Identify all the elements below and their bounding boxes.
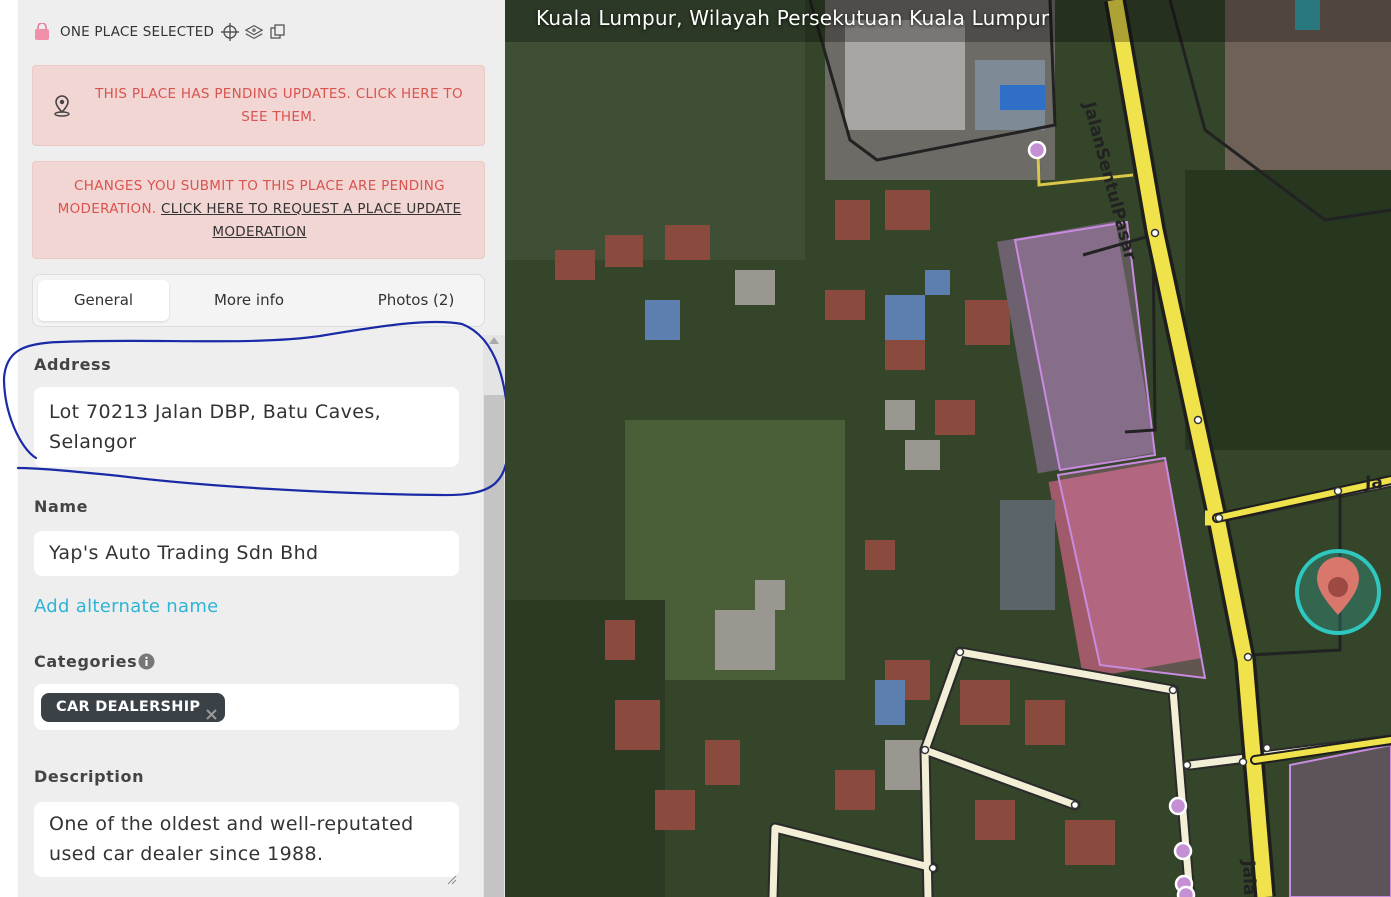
add-alternate-name-link[interactable]: Add alternate name xyxy=(34,596,219,617)
category-chip: CAR DEALERSHIP xyxy=(41,693,226,722)
panel-scrollbar[interactable] xyxy=(483,335,505,897)
tab-general[interactable]: General xyxy=(38,280,169,321)
place-editor-panel: ONE PLACE SELECTED THIS PLACE HAS PENDIN… xyxy=(18,0,505,897)
map-imagery xyxy=(505,0,1391,897)
crosshair-icon[interactable] xyxy=(220,22,240,42)
description-label: Description xyxy=(34,767,145,786)
request-moderation-link[interactable]: CLICK HERE TO REQUEST A PLACE UPDATE MOD… xyxy=(161,201,461,240)
editor-tabs: General More info Photos (2) xyxy=(32,274,485,327)
tab-more-info[interactable]: More info xyxy=(193,280,305,321)
road-label-ja: Ja xyxy=(1365,473,1383,493)
scroll-up-arrow-icon[interactable] xyxy=(489,337,499,344)
pending-updates-text[interactable]: THIS PLACE HAS PENDING UPDATES. CLICK HE… xyxy=(89,83,469,129)
copy-icon[interactable] xyxy=(268,22,288,42)
shopping-bag-icon xyxy=(32,22,52,42)
pending-moderation-alert: CHANGES YOU SUBMIT TO THIS PLACE ARE PEN… xyxy=(32,161,485,259)
name-field[interactable]: Yap's Auto Trading Sdn Bhd xyxy=(34,531,459,576)
category-chip-label: CAR DEALERSHIP xyxy=(56,699,201,715)
categories-label-row: Categories xyxy=(34,652,155,671)
remove-category-icon[interactable] xyxy=(206,702,218,720)
name-label: Name xyxy=(34,497,89,516)
selection-toolbar: ONE PLACE SELECTED xyxy=(32,20,288,44)
address-field[interactable]: Lot 70213 Jalan DBP, Batu Caves, Selango… xyxy=(34,387,459,467)
categories-field[interactable]: CAR DEALERSHIP xyxy=(34,684,459,730)
categories-label: Categories xyxy=(34,652,138,671)
description-text: One of the oldest and well-reputated use… xyxy=(49,813,414,865)
selection-label: ONE PLACE SELECTED xyxy=(60,24,215,40)
pending-updates-alert[interactable]: THIS PLACE HAS PENDING UPDATES. CLICK HE… xyxy=(32,65,485,146)
description-field[interactable]: One of the oldest and well-reputated use… xyxy=(34,802,459,885)
scroll-thumb[interactable] xyxy=(484,395,504,897)
address-label: Address xyxy=(34,355,112,374)
tab-photos[interactable]: Photos (2) xyxy=(351,280,481,321)
layers-icon[interactable] xyxy=(244,22,264,42)
info-icon[interactable] xyxy=(138,653,155,670)
road-label-ka: Jalan Ka xyxy=(1238,860,1261,897)
map-location-title: Kuala Lumpur, Wilayah Persekutuan Kuala … xyxy=(536,6,1050,30)
resize-grip-icon[interactable] xyxy=(446,864,457,885)
map-pin-icon xyxy=(53,95,71,125)
satellite-map[interactable]: Kuala Lumpur, Wilayah Persekutuan Kuala … xyxy=(505,0,1391,897)
